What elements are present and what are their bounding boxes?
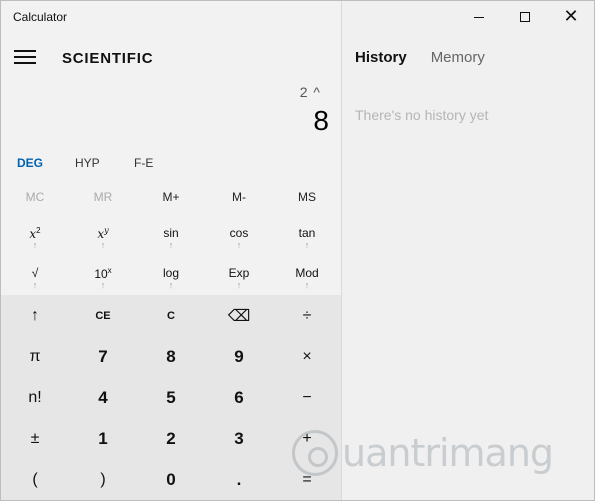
digit-3-button[interactable]: 3 [205,418,273,459]
ten-power-exponent: x [107,266,112,275]
calculator-window: Calculator SCIENTIFIC 2 ^ 8 DEG HYP F-E … [0,0,595,501]
open-paren-button[interactable]: ( [1,459,69,500]
hyp-button[interactable]: HYP [75,151,100,175]
decimal-button[interactable]: . [205,459,273,500]
subtract-button[interactable]: − [273,377,341,418]
log-label: log [162,266,179,280]
shift-marker: ↑ [304,240,310,250]
shift-marker: ↑ [100,280,106,290]
maximize-icon[interactable] [502,1,548,33]
calculator-mode-title: SCIENTIFIC [62,50,154,67]
memory-subtract-button[interactable]: M- [205,179,273,215]
digit-0-button[interactable]: 0 [137,459,205,500]
function-row: x2 ↑ xy ↑ sin ↑ cos ↑ tan ↑ [1,215,341,255]
clear-entry-button[interactable]: CE [69,295,137,336]
result-display: 8 [313,105,329,136]
multiply-button[interactable]: × [273,336,341,377]
tab-memory[interactable]: Memory [431,49,485,66]
power-exponent: y [104,226,109,235]
keypad-row: ( ) 0 . = [1,459,341,500]
cos-label: cos [229,226,249,240]
digit-6-button[interactable]: 6 [205,377,273,418]
keypad-row: ± 1 2 3 + [1,418,341,459]
watermark-logo: uantrimang [292,428,554,478]
close-icon[interactable]: ✕ [548,1,594,33]
minimize-icon[interactable] [456,1,502,33]
shift-marker: ↑ [236,280,242,290]
memory-recall-button[interactable]: MR [69,179,137,215]
empty-history-message: There's no history yet [355,107,489,123]
ten-power-button[interactable]: 10x ↑ [69,255,137,295]
history-tabs: History Memory [355,49,485,66]
app-title: Calculator [13,10,68,24]
sin-button[interactable]: sin ↑ [137,215,205,255]
memory-clear-button[interactable]: MC [1,179,69,215]
angle-mode-row: DEG HYP F-E [1,151,341,175]
digit-9-button[interactable]: 9 [205,336,273,377]
shift-marker: ↑ [32,280,38,290]
square-exponent: 2 [36,226,41,235]
ten-power-label: 10 [94,267,108,281]
shift-marker: ↑ [100,240,106,250]
square-root-button[interactable]: √ ↑ [1,255,69,295]
digit-8-button[interactable]: 8 [137,336,205,377]
digit-2-button[interactable]: 2 [137,418,205,459]
square-root-label: √ [31,266,39,280]
backspace-button[interactable]: ⌫ [205,295,273,336]
exp-button[interactable]: Exp ↑ [205,255,273,295]
square-button[interactable]: x2 ↑ [1,215,69,255]
log-button[interactable]: log ↑ [137,255,205,295]
sin-label: sin [163,226,179,240]
shift-button[interactable]: ↑ [1,295,69,336]
calculator-pane: Calculator SCIENTIFIC 2 ^ 8 DEG HYP F-E … [1,1,341,500]
negate-button[interactable]: ± [1,418,69,459]
tan-button[interactable]: tan ↑ [273,215,341,255]
tan-label: tan [298,226,316,240]
watermark-text: uantrimang [342,431,554,475]
memory-add-button[interactable]: M+ [137,179,205,215]
keypad-row: π 7 8 9 × [1,336,341,377]
function-row: √ ↑ 10x ↑ log ↑ Exp ↑ Mod ↑ [1,255,341,295]
divide-button[interactable]: ÷ [273,295,341,336]
function-grid: x2 ↑ xy ↑ sin ↑ cos ↑ tan ↑ √ ↑ 10x ↑ lo… [1,215,341,293]
keypad-row: n! 4 5 6 − [1,377,341,418]
shift-marker: ↑ [304,280,310,290]
power-button[interactable]: xy ↑ [69,215,137,255]
digit-7-button[interactable]: 7 [69,336,137,377]
hamburger-menu-icon[interactable] [14,49,36,65]
digit-1-button[interactable]: 1 [69,418,137,459]
shift-marker: ↑ [168,280,174,290]
keypad-row: ↑ CE C ⌫ ÷ [1,295,341,336]
keypad: ↑ CE C ⌫ ÷ π 7 8 9 × n! 4 5 6 − ± 1 2 3 … [1,295,341,500]
shift-marker: ↑ [168,240,174,250]
shift-marker: ↑ [32,240,38,250]
digit-5-button[interactable]: 5 [137,377,205,418]
pi-button[interactable]: π [1,336,69,377]
shift-marker: ↑ [236,240,242,250]
clear-button[interactable]: C [137,295,205,336]
watermark-logo-icon [292,430,338,476]
close-paren-button[interactable]: ) [69,459,137,500]
exp-label: Exp [228,266,250,280]
history-pane: History Memory There's no history yet [341,1,594,500]
factorial-button[interactable]: n! [1,377,69,418]
deg-button[interactable]: DEG [17,151,43,175]
digit-4-button[interactable]: 4 [69,377,137,418]
tab-history[interactable]: History [355,49,407,66]
memory-store-button[interactable]: MS [273,179,341,215]
memory-row: MC MR M+ M- MS [1,179,341,215]
cos-button[interactable]: cos ↑ [205,215,273,255]
mod-label: Mod [295,266,319,280]
fe-button[interactable]: F-E [134,151,153,175]
mod-button[interactable]: Mod ↑ [273,255,341,295]
expression-display: 2 ^ [299,84,321,100]
